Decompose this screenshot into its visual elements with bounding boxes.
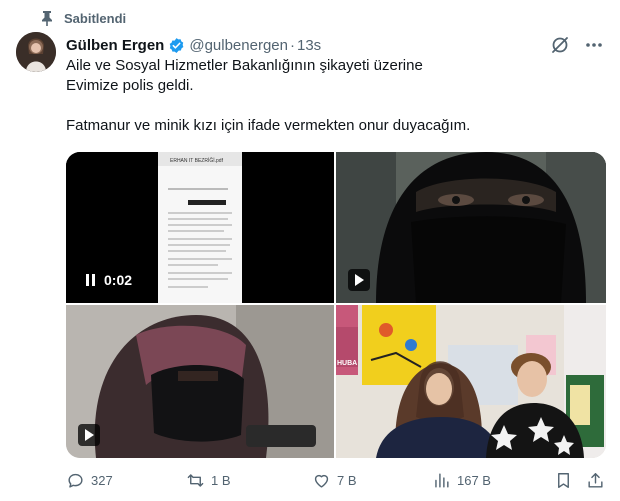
play-icon <box>355 274 364 286</box>
like-count: 7 B <box>337 472 357 488</box>
play-icon <box>85 429 94 441</box>
document-title: ERHAN IT BEZRİĞİ.pdf <box>170 157 224 164</box>
play-badge[interactable] <box>348 269 370 291</box>
tweet-header: Gülben Ergen @gulbenergen · 13s <box>66 34 604 56</box>
media-photo-two-women[interactable]: HUBA <box>336 305 606 458</box>
pinned-label: Sabitlendi <box>64 10 127 26</box>
views-chart-icon <box>435 472 449 488</box>
views-button[interactable]: 167 B <box>432 471 491 490</box>
tweet-line-2: Evimize polis geldi. <box>66 77 194 94</box>
pin-icon <box>42 11 52 26</box>
media-video-document[interactable]: ERHAN IT BEZRİĞİ.pdf 0:02 <box>66 152 334 303</box>
tweet-actions: 327 1 B 7 B 167 B <box>66 468 606 492</box>
repost-button[interactable]: 1 B <box>186 471 231 490</box>
bookmark-icon <box>558 472 569 488</box>
poster-text: HUBA <box>337 360 357 367</box>
play-badge[interactable] <box>78 424 100 446</box>
share-icon <box>588 472 603 488</box>
timestamp[interactable]: 13s <box>297 37 321 54</box>
verified-badge-icon <box>170 37 184 53</box>
tweet-line-1: Aile ve Sosyal Hizmetler Bakanlığının şi… <box>66 57 423 74</box>
author-handle[interactable]: @gulbenergen <box>189 37 288 54</box>
tweet-line-3: Fatmanur ve minik kızı için ifade vermek… <box>66 117 471 134</box>
repost-count: 1 B <box>211 472 231 488</box>
media-video-masked-woman[interactable] <box>66 305 334 458</box>
more-options-icon[interactable] <box>584 35 604 55</box>
separator: · <box>289 36 295 54</box>
repost-icon <box>187 473 204 487</box>
pause-icon <box>86 274 95 286</box>
heart-icon <box>314 474 329 488</box>
media-video-veiled-face[interactable] <box>336 152 606 303</box>
view-count: 167 B <box>457 472 491 488</box>
reply-icon <box>68 473 83 488</box>
like-button[interactable]: 7 B <box>312 471 357 490</box>
video-duration: 0:02 <box>104 272 133 288</box>
pinned-indicator: Sabitlendi <box>40 10 126 26</box>
tweet-text: Aile ve Sosyal Hizmetler Bakanlığının şi… <box>66 56 600 136</box>
avatar[interactable] <box>16 32 56 72</box>
author-name[interactable]: Gülben Ergen <box>66 37 164 54</box>
media-grid: ERHAN IT BEZRİĞİ.pdf 0:02 HUBA <box>66 152 606 458</box>
video-duration-badge[interactable]: 0:02 <box>78 269 141 291</box>
share-button[interactable] <box>586 471 605 490</box>
reply-count: 327 <box>91 472 113 488</box>
bookmark-button[interactable] <box>554 471 573 490</box>
grok-icon[interactable] <box>550 35 570 55</box>
reply-button[interactable]: 327 <box>66 471 113 490</box>
